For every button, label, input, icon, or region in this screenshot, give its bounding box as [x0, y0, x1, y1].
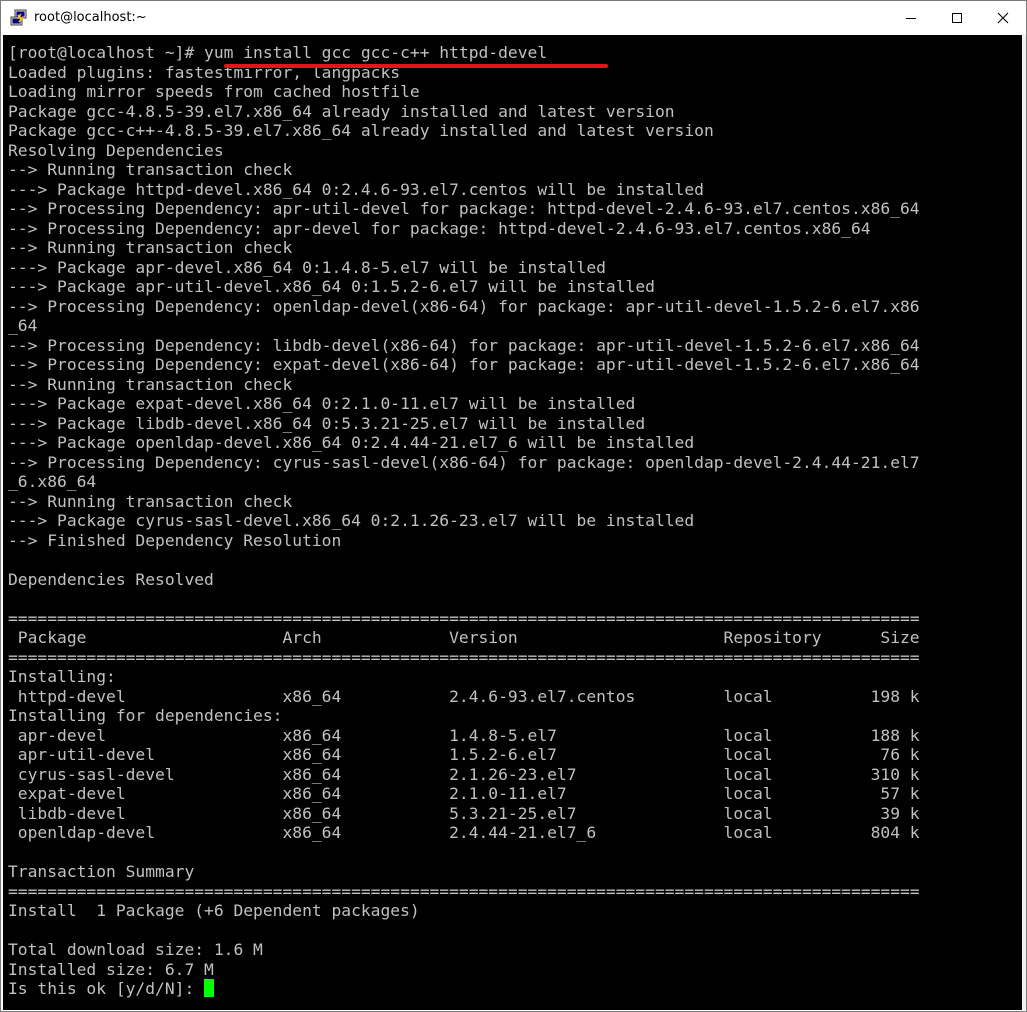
typed-command: yum install gcc gcc-c++ httpd-devel	[204, 43, 548, 62]
command-highlight-underline	[224, 64, 608, 68]
confirm-prompt: Is this ok [y/d/N]:	[8, 979, 205, 998]
output-line: ---> Package apr-util-devel.x86_64 0:1.5…	[8, 277, 655, 296]
confirm-prompt-line[interactable]: Is this ok [y/d/N]:	[8, 979, 920, 999]
output-line: ---> Package apr-devel.x86_64 0:1.4.8-5.…	[8, 257, 606, 277]
output-line: --> Processing Dependency: openldap-deve…	[8, 296, 920, 316]
output-lines: Loaded plugins: fastestmirror, langpacks…	[8, 63, 920, 980]
output-line: --> Running transaction check	[8, 160, 293, 179]
output-line: cyrus-sasl-devel x86_64 2.1.26-23.el7 lo…	[8, 764, 920, 784]
output-line: _64	[8, 316, 38, 335]
output-line: Dependencies Resolved	[8, 569, 214, 589]
terminal-output: [root@localhost ~]# yum install gcc gcc-…	[8, 43, 920, 999]
output-line: _6.x86_64	[8, 472, 97, 491]
minimize-icon	[906, 18, 916, 19]
output-line: --> Processing Dependency: expat-devel(x…	[8, 355, 920, 374]
output-line: libdb-devel x86_64 5.3.21-25.el7 local 3…	[8, 803, 920, 823]
window-title: root@localhost:~	[34, 10, 147, 25]
output-line: ---> Package httpd-devel.x86_64 0:2.4.6-…	[8, 179, 704, 199]
terminal-screen[interactable]: [root@localhost ~]# yum install gcc gcc-…	[3, 35, 1022, 1010]
close-button[interactable]	[980, 1, 1026, 34]
title-bar[interactable]: root@localhost:~	[1, 1, 1026, 34]
shell-prompt: [root@localhost ~]#	[8, 43, 205, 62]
output-line: Total download size: 1.6 M	[8, 940, 263, 959]
output-line: apr-util-devel x86_64 1.5.2-6.el7 local …	[8, 745, 920, 764]
output-line: ---> Package expat-devel.x86_64 0:2.1.0-…	[8, 394, 636, 413]
terminal-window: root@localhost:~ [root@localhost ~]# yum…	[0, 0, 1027, 1012]
output-line: --> Processing Dependency: apr-util-deve…	[8, 199, 920, 218]
output-line: ---> Package cyrus-sasl-devel.x86_64 0:2…	[8, 511, 695, 530]
output-line: --> Processing Dependency: apr-devel for…	[8, 218, 871, 238]
output-line: --> Finished Dependency Resolution	[8, 530, 342, 550]
output-line: expat-devel x86_64 2.1.0-11.el7 local 57…	[8, 784, 920, 803]
output-line: Loading mirror speeds from cached hostfi…	[8, 82, 420, 101]
maximize-button[interactable]	[934, 1, 980, 34]
output-line: ========================================…	[8, 647, 920, 667]
output-line: ========================================…	[8, 608, 920, 628]
minimize-button[interactable]	[888, 1, 934, 34]
output-line: Package Arch Version Repository Size	[8, 628, 920, 647]
close-icon	[997, 12, 1009, 24]
output-line: openldap-devel x86_64 2.4.44-21.el7_6 lo…	[8, 823, 920, 842]
output-line: ---> Package libdb-devel.x86_64 0:5.3.21…	[8, 413, 646, 433]
output-line: Package gcc-4.8.5-39.el7.x86_64 already …	[8, 101, 675, 121]
output-line: --> Running transaction check	[8, 491, 293, 511]
output-line: apr-devel x86_64 1.4.8-5.el7 local 188 k	[8, 725, 920, 745]
output-line: --> Running transaction check	[8, 374, 293, 394]
output-line: Package gcc-c++-4.8.5-39.el7.x86_64 alre…	[8, 121, 714, 140]
output-line: ---> Package openldap-devel.x86_64 0:2.4…	[8, 433, 695, 452]
output-line: Resolving Dependencies	[8, 140, 224, 160]
scrollbar[interactable]	[1022, 35, 1026, 1010]
output-line: httpd-devel x86_64 2.4.6-93.el7.centos l…	[8, 686, 920, 706]
output-line: Transaction Summary	[8, 862, 195, 881]
output-line: Installing for dependencies:	[8, 706, 283, 725]
output-line: ========================================…	[8, 881, 920, 901]
putty-icon[interactable]	[10, 9, 28, 27]
maximize-icon	[952, 13, 962, 23]
output-line: Installed size: 6.7 M	[8, 959, 214, 979]
output-line: Install 1 Package (+6 Dependent packages…	[8, 901, 420, 920]
output-line: --> Processing Dependency: libdb-devel(x…	[8, 335, 920, 355]
output-line: --> Processing Dependency: cyrus-sasl-de…	[8, 452, 920, 472]
output-line: --> Running transaction check	[8, 238, 293, 257]
command-line: [root@localhost ~]# yum install gcc gcc-…	[8, 43, 920, 63]
output-line: Installing:	[8, 667, 116, 686]
text-cursor	[204, 979, 215, 997]
